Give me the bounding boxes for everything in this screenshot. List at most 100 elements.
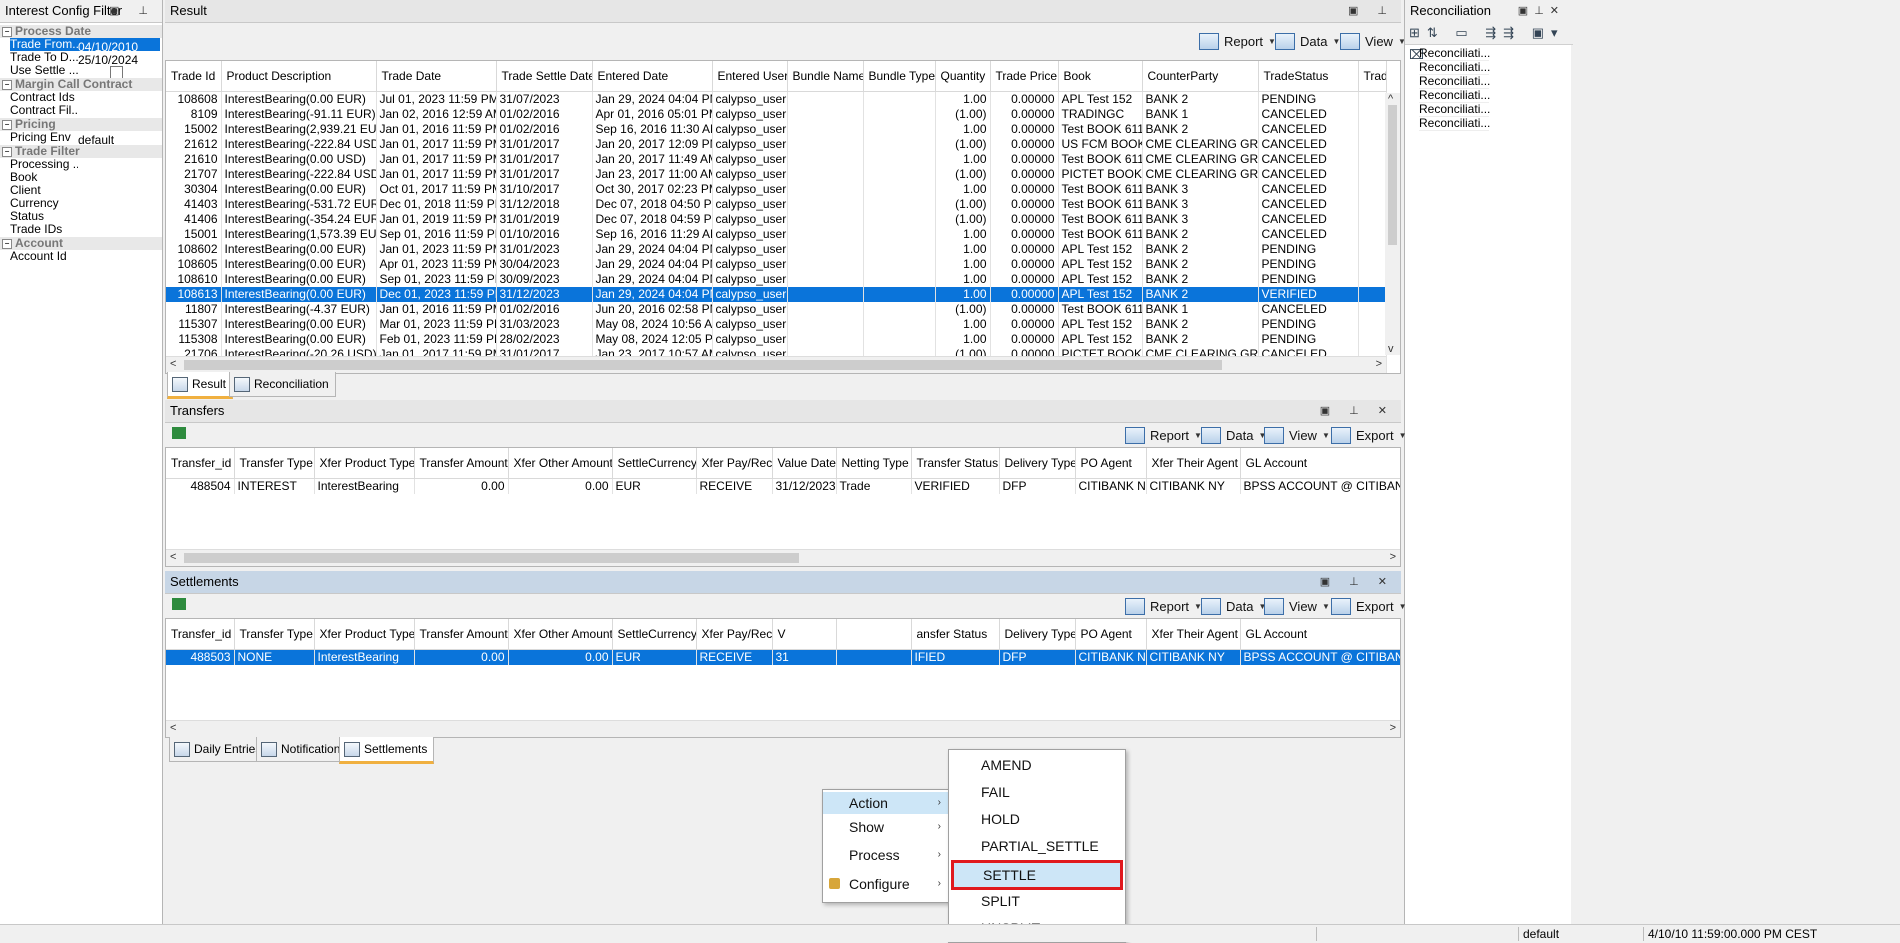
column-header[interactable]: Xfer Pay/Rec	[696, 619, 773, 650]
menu-item-show[interactable]: Show ›	[823, 816, 949, 838]
column-header[interactable]: Transfer Amount	[414, 448, 509, 479]
table-row[interactable]: 21610 InterestBearing(0.00 USD) Jan 01, 20…	[166, 152, 1387, 167]
column-header[interactable]: ansfer Status	[911, 619, 1000, 650]
table-row[interactable]: 15001 InterestBearing(1,573.39 EUR) Sep 01…	[166, 227, 1387, 242]
table-row[interactable]: 488504 INTEREST InterestBearing 0.00 0.00 EUR…	[166, 478, 1400, 494]
column-header[interactable]: Xfer Product Type	[314, 448, 415, 479]
table-row[interactable]: 15002 InterestBearing(2,939.21 EUR) Jan 01…	[166, 122, 1387, 137]
column-header[interactable]: Entered Date	[592, 61, 713, 92]
filter-row[interactable]: Currency	[10, 197, 160, 210]
filter-row[interactable]: Client	[10, 184, 160, 197]
panel-window-icons[interactable]: ▣ ⊥ ✕	[1320, 571, 1395, 593]
menu-item-settle[interactable]: SETTLE	[951, 860, 1123, 890]
column-header[interactable]: Trade	[1358, 61, 1387, 92]
filter-section-header[interactable]: − Trade Filter	[0, 145, 162, 158]
column-header[interactable]: Transfer Status	[911, 448, 1000, 479]
filter-row[interactable]: Account Id	[10, 250, 160, 263]
data-button[interactable]: Data ▼	[1201, 427, 1266, 444]
panel-window-icons[interactable]: ▣⊥✕	[1518, 0, 1565, 22]
scroll-left-icon[interactable]: <	[170, 358, 176, 370]
column-header[interactable]: Xfer Other Amount	[508, 448, 613, 479]
table-row[interactable]: 11807 InterestBearing(-4.37 EUR) Jan 01, 2…	[166, 302, 1387, 317]
horizontal-scrollbar[interactable]: < >	[166, 356, 1386, 373]
column-header[interactable]: Product Description	[221, 61, 377, 92]
filter-row[interactable]: Pricing Env default	[10, 131, 160, 147]
filter-section-header[interactable]: − Account	[0, 237, 162, 250]
column-header[interactable]: PO Agent	[1075, 619, 1147, 650]
table-row[interactable]: 115307 InterestBearing(0.00 EUR) Mar 01, 2…	[166, 317, 1387, 332]
column-header[interactable]: Xfer Their Agent	[1146, 619, 1241, 650]
column-header[interactable]: Value Date	[772, 448, 837, 479]
table-row[interactable]: 488503 NONE InterestBearing 0.00 0.00 EUR RECE…	[166, 649, 1400, 665]
scroll-left-icon[interactable]: <	[170, 551, 176, 563]
column-header[interactable]: Entered User	[712, 61, 788, 92]
filter-row[interactable]: Use Settle ...	[10, 64, 160, 79]
scroll-left-icon[interactable]: <	[170, 722, 176, 734]
export-button[interactable]: Export ▼	[1331, 598, 1407, 615]
collapse-icon[interactable]: −	[2, 239, 12, 249]
menu-item-process[interactable]: Process ›	[823, 844, 949, 866]
column-header[interactable]: Xfer Other Amount	[508, 619, 613, 650]
column-header[interactable]: Delivery Type	[999, 619, 1076, 650]
menu-item-configure[interactable]: Configure ›	[823, 873, 949, 895]
report-button[interactable]: Report ▼	[1199, 33, 1276, 50]
column-header[interactable]: Netting Type	[836, 448, 912, 479]
column-header[interactable]: Transfer_id	[166, 619, 235, 650]
data-button[interactable]: Data ▼	[1275, 33, 1340, 50]
export-button[interactable]: Export ▼	[1331, 427, 1407, 444]
column-header[interactable]: Bundle Name	[787, 61, 864, 92]
menu-item-partial-settle[interactable]: PARTIAL_SETTLE	[949, 835, 1125, 857]
table-row[interactable]: 21707 InterestBearing(-222.84 USD) Jan 01,…	[166, 167, 1387, 182]
table-row[interactable]: 108608 InterestBearing(0.00 EUR) Jul 01, 2…	[166, 91, 1387, 107]
filter-row[interactable]: Contract Ids	[10, 91, 160, 104]
tab-reconciliation[interactable]: Reconciliation	[229, 372, 336, 397]
panel-window-icons[interactable]: ▣ ⊥	[109, 0, 156, 22]
reconciliation-item[interactable]: Reconciliati...	[1419, 47, 1490, 61]
report-button[interactable]: Report ▼	[1125, 427, 1202, 444]
filter-section-header[interactable]: − Margin Call Contract	[0, 78, 162, 91]
filter-row[interactable]: Trade IDs	[10, 223, 160, 236]
column-header[interactable]	[836, 619, 912, 650]
column-header[interactable]: Book	[1058, 61, 1143, 92]
horizontal-scrollbar[interactable]: < >	[166, 549, 1400, 566]
scroll-thumb[interactable]	[184, 360, 1222, 370]
horizontal-scrollbar[interactable]: < >	[166, 720, 1400, 737]
column-header[interactable]: Xfer Their Agent	[1146, 448, 1241, 479]
reconciliation-item[interactable]: Reconciliati...	[1419, 103, 1490, 117]
table-row[interactable]: 21612 InterestBearing(-222.84 USD) Jan 01,…	[166, 137, 1387, 152]
column-header[interactable]: PO Agent	[1075, 448, 1147, 479]
reconciliation-item[interactable]: Reconciliati...	[1419, 75, 1490, 89]
column-header[interactable]: Xfer Pay/Rec	[696, 448, 773, 479]
column-header[interactable]: V	[772, 619, 837, 650]
reconciliation-item[interactable]: Reconciliati...	[1419, 117, 1490, 131]
reconciliation-item[interactable]: Reconciliati...	[1419, 61, 1490, 75]
collapse-icon[interactable]: −	[2, 120, 12, 130]
view-button[interactable]: View ▼	[1264, 427, 1330, 444]
column-header[interactable]: Quantity	[935, 61, 991, 92]
column-header[interactable]: TradeStatus	[1258, 61, 1359, 92]
column-header[interactable]: Transfer_id	[166, 448, 235, 479]
column-header[interactable]: Transfer Type	[234, 619, 315, 650]
column-header[interactable]: Transfer Amount	[414, 619, 509, 650]
column-header[interactable]: Trade Date	[376, 61, 497, 92]
tab-settlements[interactable]: Settlements	[339, 737, 435, 764]
data-button[interactable]: Data ▼	[1201, 598, 1266, 615]
send-icon[interactable]	[172, 598, 186, 610]
table-row[interactable]: 30304 InterestBearing(0.00 EUR) Oct 01, 20…	[166, 182, 1387, 197]
scroll-up-icon[interactable]: ^	[1388, 93, 1393, 105]
view-button[interactable]: View ▼	[1340, 33, 1406, 50]
table-row[interactable]: 115308 InterestBearing(0.00 EUR) Feb 01, 2…	[166, 332, 1387, 347]
reconciliation-item[interactable]: Reconciliati...	[1419, 89, 1490, 103]
menu-item-amend[interactable]: AMEND	[949, 754, 1125, 776]
column-header[interactable]: Trade Settle Date	[496, 61, 593, 92]
filter-row[interactable]: Status	[10, 210, 160, 223]
scroll-right-icon[interactable]: >	[1390, 551, 1396, 563]
filter-row[interactable]: Contract Fil...	[10, 104, 160, 117]
table-row[interactable]: 108605 InterestBearing(0.00 EUR) Apr 01, 2…	[166, 257, 1387, 272]
table-row[interactable]: 108613 InterestBearing(0.00 EUR) Dec 01, 2…	[166, 287, 1387, 302]
table-row[interactable]: 41406 InterestBearing(-354.24 EUR) Jan 01,…	[166, 212, 1387, 227]
column-header[interactable]: Trade Price	[990, 61, 1059, 92]
menu-item-action[interactable]: Action ›	[823, 792, 949, 814]
column-header[interactable]: Xfer Product Type	[314, 619, 415, 650]
tab-result[interactable]: Result	[167, 372, 234, 399]
